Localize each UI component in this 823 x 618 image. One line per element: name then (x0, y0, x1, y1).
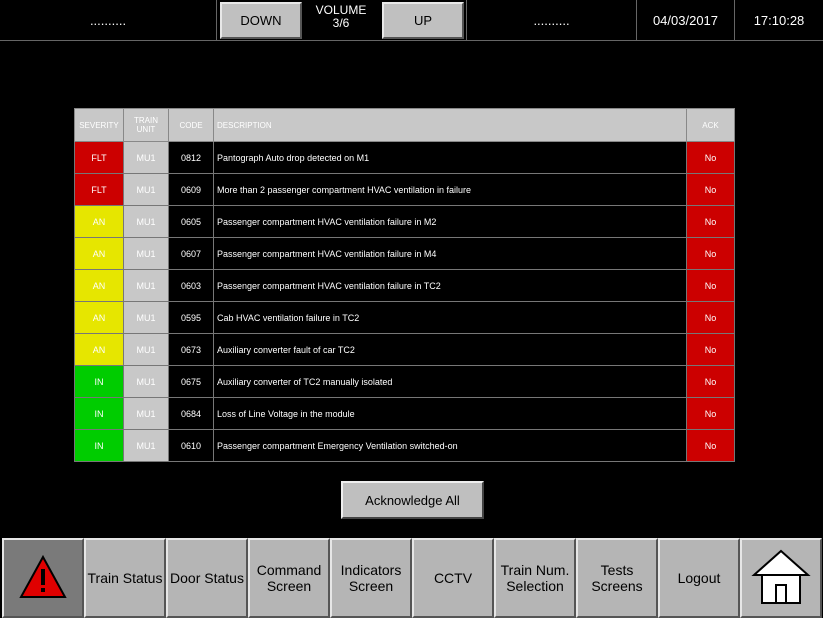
table-row[interactable]: AN MU1 0607 Passenger compartment HVAC vent… (74, 237, 735, 270)
code-cell: 0609 (168, 173, 214, 206)
description-cell: Passenger compartment HVAC ventilation f… (213, 237, 687, 270)
table-row[interactable]: AN MU1 0603 Passenger compartment HVAC vent… (74, 269, 735, 302)
header-train-unit: TRAIN UNIT (123, 108, 169, 142)
alarm-table: SEVERITY TRAIN UNIT CODE DESCRIPTION ACK… (74, 108, 735, 462)
table-row[interactable]: IN MU1 0684 Loss of Line Voltage in the mod… (74, 397, 735, 430)
severity-cell: AN (74, 301, 124, 334)
door-status-button[interactable]: Door Status (166, 538, 248, 618)
code-cell: 0605 (168, 205, 214, 238)
ack-cell[interactable]: No (686, 205, 735, 238)
description-cell: More than 2 passenger compartment HVAC v… (213, 173, 687, 206)
train-unit-cell: MU1 (123, 237, 169, 270)
time-display: 17:10:28 (735, 0, 823, 41)
severity-cell: AN (74, 205, 124, 238)
train-unit-cell: MU1 (123, 365, 169, 398)
description-cell: Loss of Line Voltage in the module (213, 397, 687, 430)
train-status-button[interactable]: Train Status (84, 538, 166, 618)
ack-cell[interactable]: No (686, 365, 735, 398)
ack-cell[interactable]: No (686, 269, 735, 302)
train-unit-cell: MU1 (123, 333, 169, 366)
date-display: 04/03/2017 (637, 0, 735, 41)
description-cell: Auxiliary converter fault of car TC2 (213, 333, 687, 366)
code-cell: 0812 (168, 141, 214, 174)
train-unit-cell: MU1 (123, 173, 169, 206)
table-row[interactable]: FLT MU1 0812 Pantograph Auto drop detected … (74, 141, 735, 174)
tests-screens-button[interactable]: Tests Screens (576, 538, 658, 618)
ack-cell[interactable]: No (686, 237, 735, 270)
train-unit-cell: MU1 (123, 301, 169, 334)
severity-cell: FLT (74, 173, 124, 206)
code-cell: 0684 (168, 397, 214, 430)
ack-cell[interactable]: No (686, 333, 735, 366)
severity-cell: IN (74, 429, 124, 462)
ack-cell[interactable]: No (686, 301, 735, 334)
header-code: CODE (168, 108, 214, 142)
center-status-field: .......... (467, 0, 637, 41)
severity-cell: FLT (74, 141, 124, 174)
severity-cell: IN (74, 365, 124, 398)
header-ack: ACK (686, 108, 735, 142)
description-cell: Cab HVAC ventilation failure in TC2 (213, 301, 687, 334)
description-cell: Passenger compartment Emergency Ventilat… (213, 429, 687, 462)
home-icon (750, 547, 812, 610)
severity-cell: IN (74, 397, 124, 430)
ack-cell[interactable]: No (686, 429, 735, 462)
cctv-button[interactable]: CCTV (412, 538, 494, 618)
logout-button[interactable]: Logout (658, 538, 740, 618)
severity-cell: AN (74, 269, 124, 302)
code-cell: 0607 (168, 237, 214, 270)
table-row[interactable]: AN MU1 0595 Cab HVAC ventilation failure in… (74, 301, 735, 334)
table-row[interactable]: IN MU1 0610 Passenger compartment Emergency… (74, 429, 735, 462)
table-row[interactable]: AN MU1 0605 Passenger compartment HVAC vent… (74, 205, 735, 238)
description-cell: Passenger compartment HVAC ventilation f… (213, 269, 687, 302)
volume-value: 3/6 (332, 16, 350, 30)
warning-triangle-icon (19, 554, 67, 603)
description-cell: Passenger compartment HVAC ventilation f… (213, 205, 687, 238)
table-row[interactable]: FLT MU1 0609 More than 2 passenger compartm… (74, 173, 735, 206)
ack-cell[interactable]: No (686, 397, 735, 430)
volume-display: VOLUME 3/6 (300, 4, 382, 30)
volume-down-button[interactable]: DOWN (220, 2, 302, 39)
volume-up-button[interactable]: UP (382, 2, 464, 39)
top-bar: .......... DOWN VOLUME 3/6 UP ..........… (0, 0, 823, 42)
table-row[interactable]: AN MU1 0673 Auxiliary converter fault of ca… (74, 333, 735, 366)
header-severity: SEVERITY (74, 108, 124, 142)
train-num-selection-button[interactable]: Train Num. Selection (494, 538, 576, 618)
header-description: DESCRIPTION (213, 108, 687, 142)
acknowledge-all-button[interactable]: Acknowledge All (341, 481, 484, 519)
home-button[interactable] (740, 538, 822, 618)
code-cell: 0595 (168, 301, 214, 334)
severity-cell: AN (74, 333, 124, 366)
alarms-button[interactable] (2, 538, 84, 618)
train-unit-cell: MU1 (123, 429, 169, 462)
left-status-field: .......... (0, 0, 217, 41)
command-screen-button[interactable]: Command Screen (248, 538, 330, 618)
ack-cell[interactable]: No (686, 141, 735, 174)
code-cell: 0673 (168, 333, 214, 366)
indicators-screen-button[interactable]: Indicators Screen (330, 538, 412, 618)
table-row[interactable]: IN MU1 0675 Auxiliary converter of TC2 manu… (74, 365, 735, 398)
ack-cell[interactable]: No (686, 173, 735, 206)
code-cell: 0675 (168, 365, 214, 398)
train-unit-cell: MU1 (123, 141, 169, 174)
description-cell: Auxiliary converter of TC2 manually isol… (213, 365, 687, 398)
train-unit-cell: MU1 (123, 205, 169, 238)
description-cell: Pantograph Auto drop detected on M1 (213, 141, 687, 174)
table-header-row: SEVERITY TRAIN UNIT CODE DESCRIPTION ACK (74, 108, 735, 142)
severity-cell: AN (74, 237, 124, 270)
train-unit-cell: MU1 (123, 269, 169, 302)
train-unit-cell: MU1 (123, 397, 169, 430)
code-cell: 0603 (168, 269, 214, 302)
code-cell: 0610 (168, 429, 214, 462)
